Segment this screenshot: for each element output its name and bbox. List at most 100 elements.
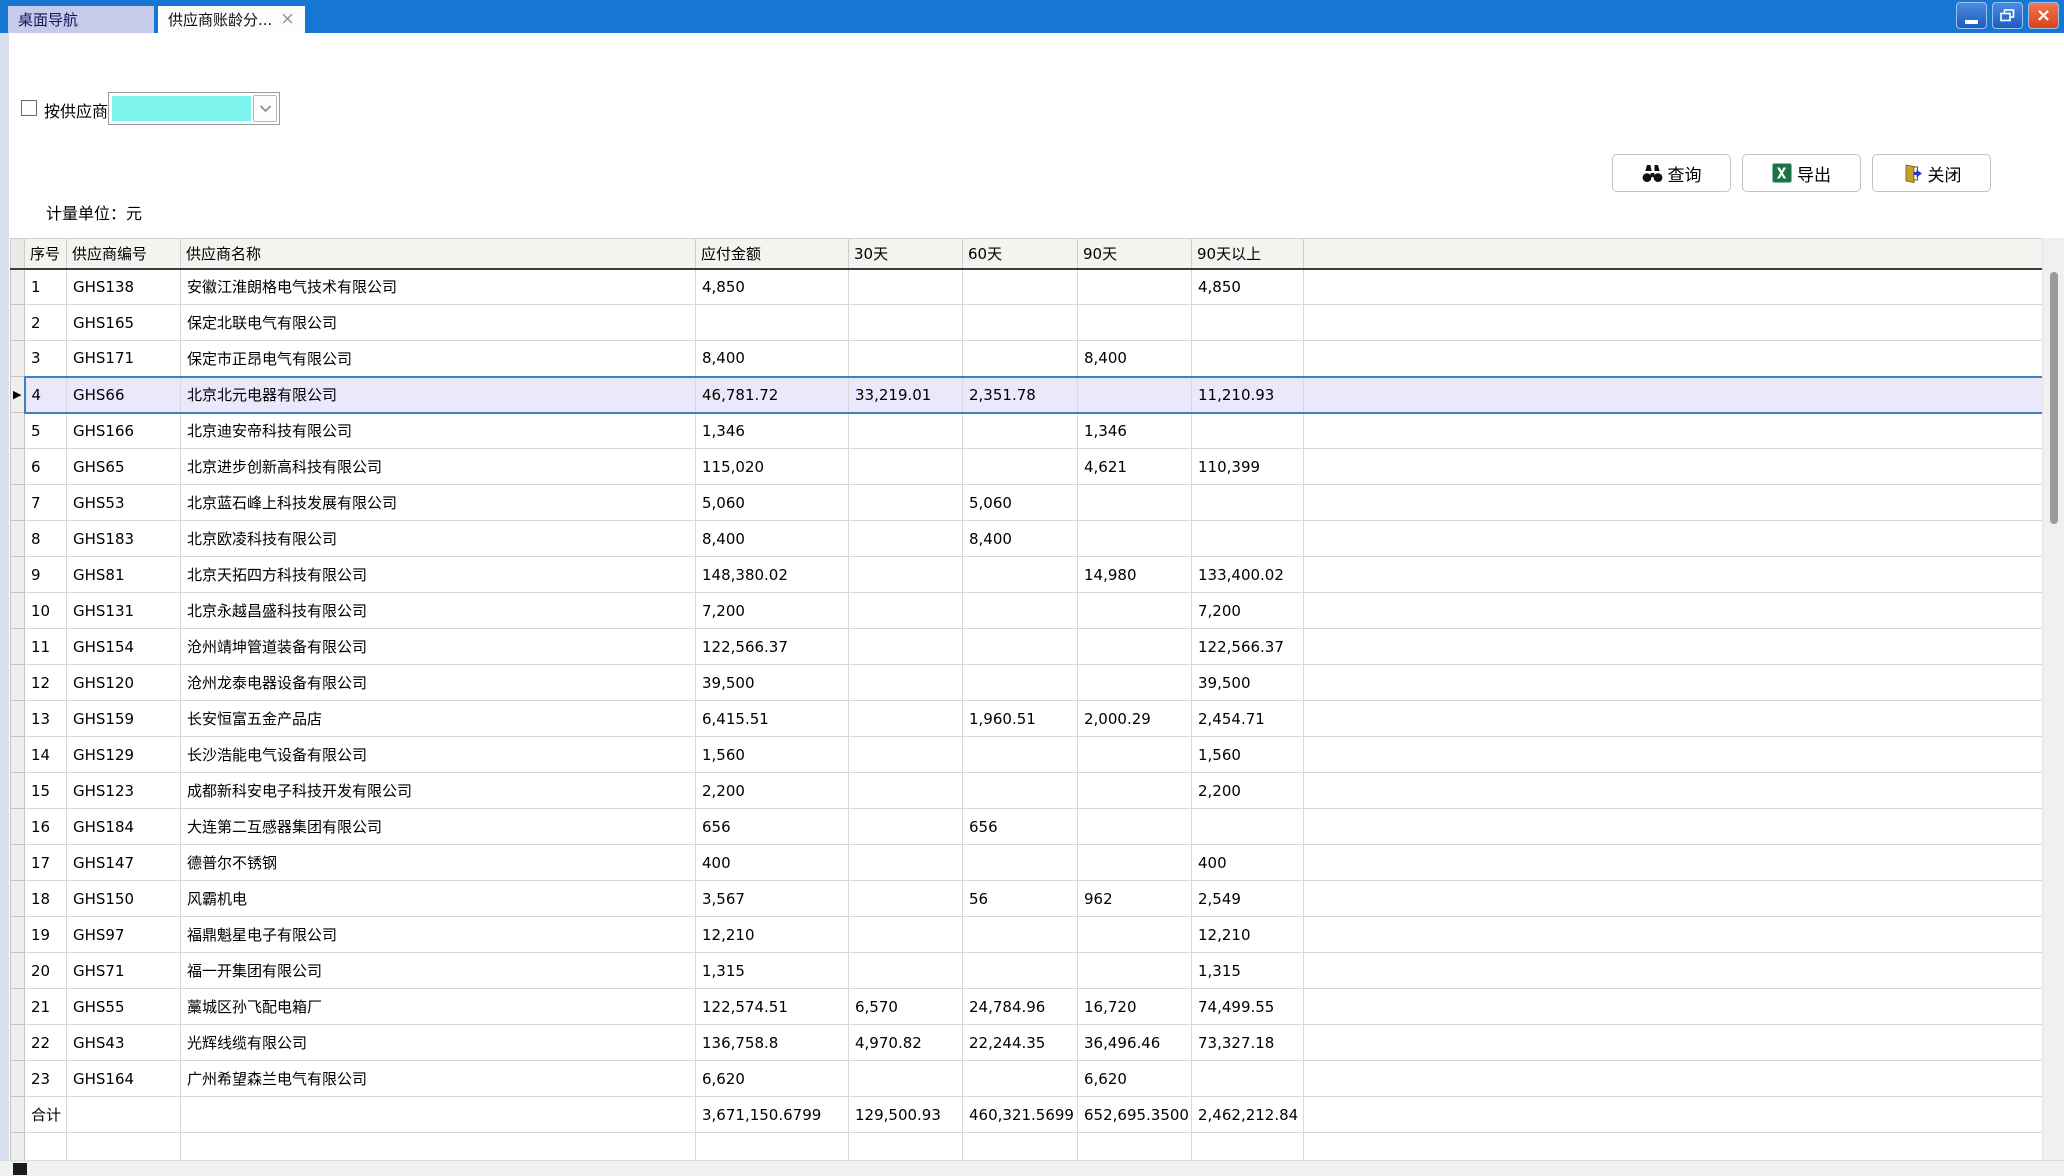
- cell-d60[interactable]: [963, 845, 1078, 881]
- cell-name[interactable]: 北京蓝石峰上科技发展有限公司: [181, 485, 696, 521]
- cell-name[interactable]: 藁城区孙飞配电箱厂: [181, 989, 696, 1025]
- cell-blank[interactable]: [1304, 593, 2043, 629]
- table-row[interactable]: 13GHS159长安恒富五金产品店6,415.511,960.512,000.2…: [11, 701, 2043, 737]
- row-selector[interactable]: [11, 881, 25, 917]
- cell-blank[interactable]: [1304, 881, 2043, 917]
- cell-payable[interactable]: 1,346: [696, 413, 849, 449]
- cell-d90[interactable]: [1078, 305, 1192, 341]
- cell-blank[interactable]: [1304, 629, 2043, 665]
- row-selector[interactable]: [11, 629, 25, 665]
- cell-no[interactable]: 18: [25, 881, 67, 917]
- table-row[interactable]: 20GHS71福一开集团有限公司1,3151,315: [11, 953, 2043, 989]
- cell-d60[interactable]: [963, 269, 1078, 305]
- table-row[interactable]: 17GHS147德普尔不锈钢400400: [11, 845, 2043, 881]
- by-supplier-checkbox[interactable]: [21, 100, 37, 116]
- cell-d90[interactable]: 4,621: [1078, 449, 1192, 485]
- cell-d90[interactable]: [1078, 593, 1192, 629]
- supplier-combobox[interactable]: [108, 92, 280, 125]
- cell-d90[interactable]: [1078, 521, 1192, 557]
- cell-d60[interactable]: [963, 665, 1078, 701]
- cell-d60[interactable]: 8,400: [963, 521, 1078, 557]
- cell-d30[interactable]: [849, 413, 963, 449]
- cell-d60[interactable]: [963, 953, 1078, 989]
- cell-payable[interactable]: [696, 305, 849, 341]
- row-selector[interactable]: [11, 773, 25, 809]
- row-selector[interactable]: [11, 917, 25, 953]
- cell-payable[interactable]: 1,315: [696, 953, 849, 989]
- table-row[interactable]: 15GHS123成都新科安电子科技开发有限公司2,2002,200: [11, 773, 2043, 809]
- tab-close-icon[interactable]: ×: [280, 11, 294, 28]
- cell-name[interactable]: 成都新科安电子科技开发有限公司: [181, 773, 696, 809]
- cell-d30[interactable]: [849, 269, 963, 305]
- cell-no[interactable]: 21: [25, 989, 67, 1025]
- row-selector[interactable]: [11, 1097, 25, 1133]
- cell-name[interactable]: 北京欧凌科技有限公司: [181, 521, 696, 557]
- cell-d90plus[interactable]: 400: [1192, 845, 1304, 881]
- row-selector[interactable]: [11, 701, 25, 737]
- row-selector[interactable]: [11, 1133, 25, 1161]
- table-row[interactable]: 3GHS171保定市正昂电气有限公司8,4008,400: [11, 341, 2043, 377]
- cell-d90[interactable]: [1078, 377, 1192, 413]
- cell-d90plus[interactable]: 110,399: [1192, 449, 1304, 485]
- cell-d90plus[interactable]: 39,500: [1192, 665, 1304, 701]
- cell-name[interactable]: 福一开集团有限公司: [181, 953, 696, 989]
- cell-name[interactable]: 长安恒富五金产品店: [181, 701, 696, 737]
- cell-blank[interactable]: [1304, 773, 2043, 809]
- cell-code[interactable]: GHS120: [67, 665, 181, 701]
- row-selector[interactable]: [11, 845, 25, 881]
- cell-d90[interactable]: 16,720: [1078, 989, 1192, 1025]
- cell-code[interactable]: GHS97: [67, 917, 181, 953]
- cell-payable[interactable]: 115,020: [696, 449, 849, 485]
- table-row[interactable]: 10GHS131北京永越昌盛科技有限公司7,2007,200: [11, 593, 2043, 629]
- cell-d60[interactable]: [963, 413, 1078, 449]
- cell-payable[interactable]: 7,200: [696, 593, 849, 629]
- cell-code[interactable]: GHS154: [67, 629, 181, 665]
- cell-d60[interactable]: [963, 773, 1078, 809]
- column-header-blank[interactable]: [1304, 239, 2043, 269]
- cell-no[interactable]: 20: [25, 953, 67, 989]
- cell-code[interactable]: GHS159: [67, 701, 181, 737]
- cell-payable[interactable]: 400: [696, 845, 849, 881]
- cell-blank[interactable]: [963, 1133, 1078, 1161]
- cell-d90[interactable]: [1078, 773, 1192, 809]
- cell-no[interactable]: 3: [25, 341, 67, 377]
- table-row[interactable]: 12GHS120沧州龙泰电器设备有限公司39,50039,500: [11, 665, 2043, 701]
- cell-blank[interactable]: [1304, 449, 2043, 485]
- cell-d90plus[interactable]: 2,549: [1192, 881, 1304, 917]
- cell-d60[interactable]: 22,244.35: [963, 1025, 1078, 1061]
- column-header-d30[interactable]: 30天: [849, 239, 963, 269]
- cell-blank[interactable]: [1304, 989, 2043, 1025]
- cell-code[interactable]: GHS71: [67, 953, 181, 989]
- cell-name[interactable]: 安徽江淮朗格电气技术有限公司: [181, 269, 696, 305]
- cell-code[interactable]: GHS165: [67, 305, 181, 341]
- cell-d30[interactable]: [849, 449, 963, 485]
- cell-no[interactable]: 7: [25, 485, 67, 521]
- table-row[interactable]: 7GHS53北京蓝石峰上科技发展有限公司5,0605,060: [11, 485, 2043, 521]
- cell-d90plus[interactable]: 1,560: [1192, 737, 1304, 773]
- cell-d90plus[interactable]: [1192, 1061, 1304, 1097]
- restore-button[interactable]: [1992, 2, 2023, 29]
- table-row[interactable]: 2GHS165保定北联电气有限公司: [11, 305, 2043, 341]
- cell-payable[interactable]: 6,620: [696, 1061, 849, 1097]
- supplier-combo-value[interactable]: [112, 96, 251, 121]
- cell-payable[interactable]: 8,400: [696, 341, 849, 377]
- column-header-d90[interactable]: 90天: [1078, 239, 1192, 269]
- table-row[interactable]: 22GHS43光辉线缆有限公司136,758.84,970.8222,244.3…: [11, 1025, 2043, 1061]
- cell-code[interactable]: GHS43: [67, 1025, 181, 1061]
- cell-blank[interactable]: [1304, 341, 2043, 377]
- cell-no[interactable]: 15: [25, 773, 67, 809]
- cell-d90[interactable]: [1078, 737, 1192, 773]
- cell-blank[interactable]: [1304, 521, 2043, 557]
- row-selector[interactable]: [11, 485, 25, 521]
- row-selector[interactable]: [11, 305, 25, 341]
- cell-d90plus[interactable]: 122,566.37: [1192, 629, 1304, 665]
- cell-name[interactable]: 德普尔不锈钢: [181, 845, 696, 881]
- cell-d90plus[interactable]: 4,850: [1192, 269, 1304, 305]
- cell-name[interactable]: 北京进步创新高科技有限公司: [181, 449, 696, 485]
- cell-name[interactable]: 保定市正昂电气有限公司: [181, 341, 696, 377]
- cell-no[interactable]: 14: [25, 737, 67, 773]
- table-row[interactable]: 11GHS154沧州靖坤管道装备有限公司122,566.37122,566.37: [11, 629, 2043, 665]
- cell-d30[interactable]: [849, 557, 963, 593]
- cell-payable[interactable]: 8,400: [696, 521, 849, 557]
- cell-d60[interactable]: [963, 305, 1078, 341]
